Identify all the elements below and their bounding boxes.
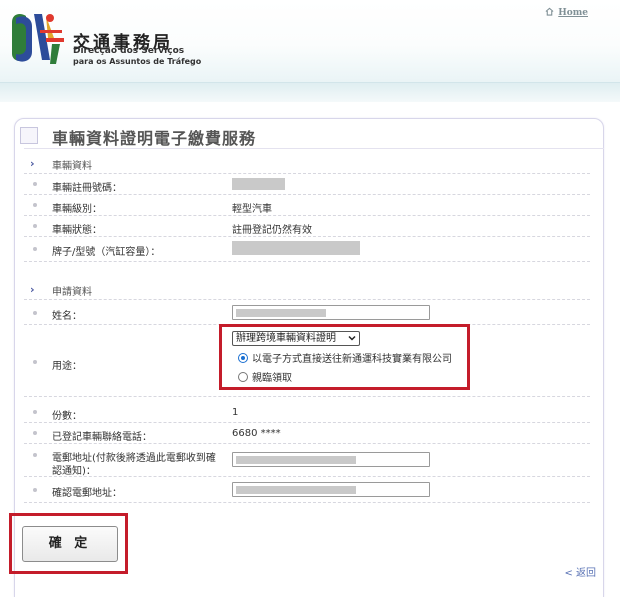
bullet-icon — [33, 488, 37, 492]
phone-label: 已登記車輛聯絡電話： — [52, 432, 152, 443]
table-row: 份數： 1 — [24, 402, 590, 423]
chevron-right-icon: › — [30, 283, 35, 296]
bullet-icon — [33, 360, 37, 364]
table-row: 電郵地址(付款後將透過此電郵收到確 認通知)： — [24, 444, 590, 477]
bullet-icon — [33, 410, 37, 414]
vehicle-status-value: 註冊登記仍然有效 — [232, 225, 312, 236]
table-row: 已登記車輛聯絡電話： 6680 **** — [24, 423, 590, 444]
title-square-icon — [20, 127, 38, 144]
purpose-highlight-box — [219, 324, 470, 390]
table-row: 車輛狀態： 註冊登記仍然有效 — [24, 216, 590, 237]
confirm-email-value-redacted — [236, 486, 356, 494]
home-link[interactable]: Home — [545, 7, 588, 18]
registration-number-value-redacted — [232, 178, 285, 190]
home-icon — [545, 7, 554, 16]
application-section-label: 申請資料 — [52, 287, 92, 298]
table-row: 車輛註冊號碼： — [24, 174, 590, 195]
confirm-highlight-box — [9, 513, 128, 574]
brand-model-label: 牌子/型號（汽缸容量）： — [52, 247, 161, 258]
confirm-email-input[interactable] — [232, 482, 430, 497]
page-title: 車輛資料證明電子繳費服務 — [52, 129, 257, 148]
name-input[interactable] — [232, 305, 430, 320]
table-row: 車輛級別： 輕型汽車 — [24, 195, 590, 216]
home-link-label: Home — [558, 8, 588, 18]
bullet-icon — [33, 182, 37, 186]
vehicle-section-heading: › 車輛資料 — [24, 152, 590, 174]
title-divider — [24, 148, 604, 149]
name-label: 姓名： — [52, 311, 82, 322]
email-label-line2: 認通知)： — [52, 466, 96, 477]
header-band — [0, 82, 620, 102]
name-value-redacted — [236, 309, 326, 317]
table-row: 牌子/型號（汽缸容量）： — [24, 237, 590, 262]
bullet-icon — [33, 203, 37, 207]
bullet-icon — [33, 431, 37, 435]
vehicle-section-label: 車輛資料 — [52, 161, 92, 172]
brand-model-value-redacted — [232, 241, 360, 255]
phone-value: 6680 **** — [232, 428, 281, 439]
dsat-logo-icon — [12, 14, 64, 64]
application-section-heading: › 申請資料 — [24, 278, 590, 300]
registration-number-label: 車輛註冊號碼： — [52, 183, 122, 194]
back-link[interactable]: < 返回 — [564, 564, 596, 579]
copies-label: 份數： — [52, 411, 82, 422]
email-value-redacted — [236, 456, 356, 464]
bullet-icon — [33, 453, 37, 457]
logo-portuguese-line1: Direcção dos Serviços — [73, 46, 185, 56]
vehicle-class-value: 輕型汽車 — [232, 204, 272, 215]
site-header: 交通事務局 Direcção dos Serviços para os Assu… — [0, 0, 620, 82]
table-row: 確認電郵地址： — [24, 477, 590, 503]
confirm-email-label: 確認電郵地址： — [52, 488, 122, 499]
copies-value: 1 — [232, 407, 239, 418]
vehicle-status-label: 車輛狀態： — [52, 225, 102, 236]
logo-portuguese-line2: para os Assuntos de Tráfego — [73, 57, 202, 66]
bullet-icon — [33, 224, 37, 228]
vehicle-class-label: 車輛級別： — [52, 204, 102, 215]
table-row: 姓名： — [24, 300, 590, 325]
bullet-icon — [33, 247, 37, 251]
email-input[interactable] — [232, 452, 430, 467]
bullet-icon — [33, 311, 37, 315]
purpose-label: 用途： — [52, 361, 82, 372]
chevron-right-icon: › — [30, 157, 35, 170]
